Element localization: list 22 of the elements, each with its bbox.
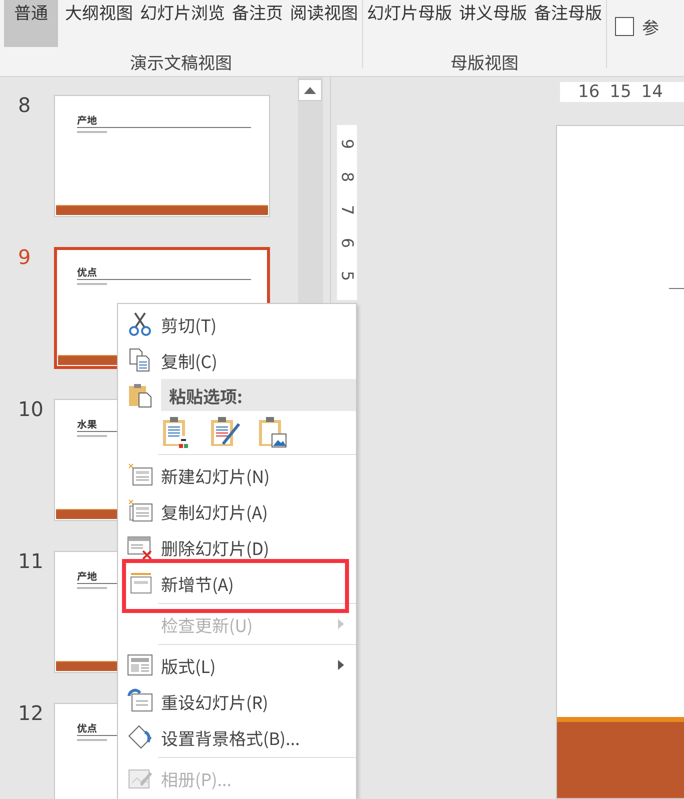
slide-title: 水果: [77, 418, 97, 430]
slide-title: 优点: [77, 266, 97, 278]
ruler-number: 7: [338, 204, 356, 216]
slide-title: 产地: [77, 114, 97, 126]
slide-number: 9: [17, 247, 32, 271]
ruler-number: 9: [338, 138, 356, 150]
slide-title: 优点: [77, 722, 97, 734]
menu-header: 粘贴选项:: [161, 379, 356, 411]
group-label: 演示文稿视图: [129, 48, 233, 73]
slide-number: 10: [17, 399, 44, 423]
slide-number: 8: [17, 95, 32, 119]
group-label: 母版视图: [450, 48, 520, 73]
slide-title: 产地: [77, 570, 97, 582]
slide-number: 12: [17, 703, 44, 727]
ruler-number: 14: [641, 82, 663, 102]
ruler-number: 16: [578, 82, 600, 102]
slide-number: 11: [17, 551, 44, 575]
ruler-number: 8: [338, 172, 356, 182]
ruler-number: 5: [338, 270, 356, 282]
ruler-number: 15: [610, 82, 632, 102]
ruler-number: 6: [338, 238, 356, 248]
checkbox-label: 参: [642, 14, 659, 39]
